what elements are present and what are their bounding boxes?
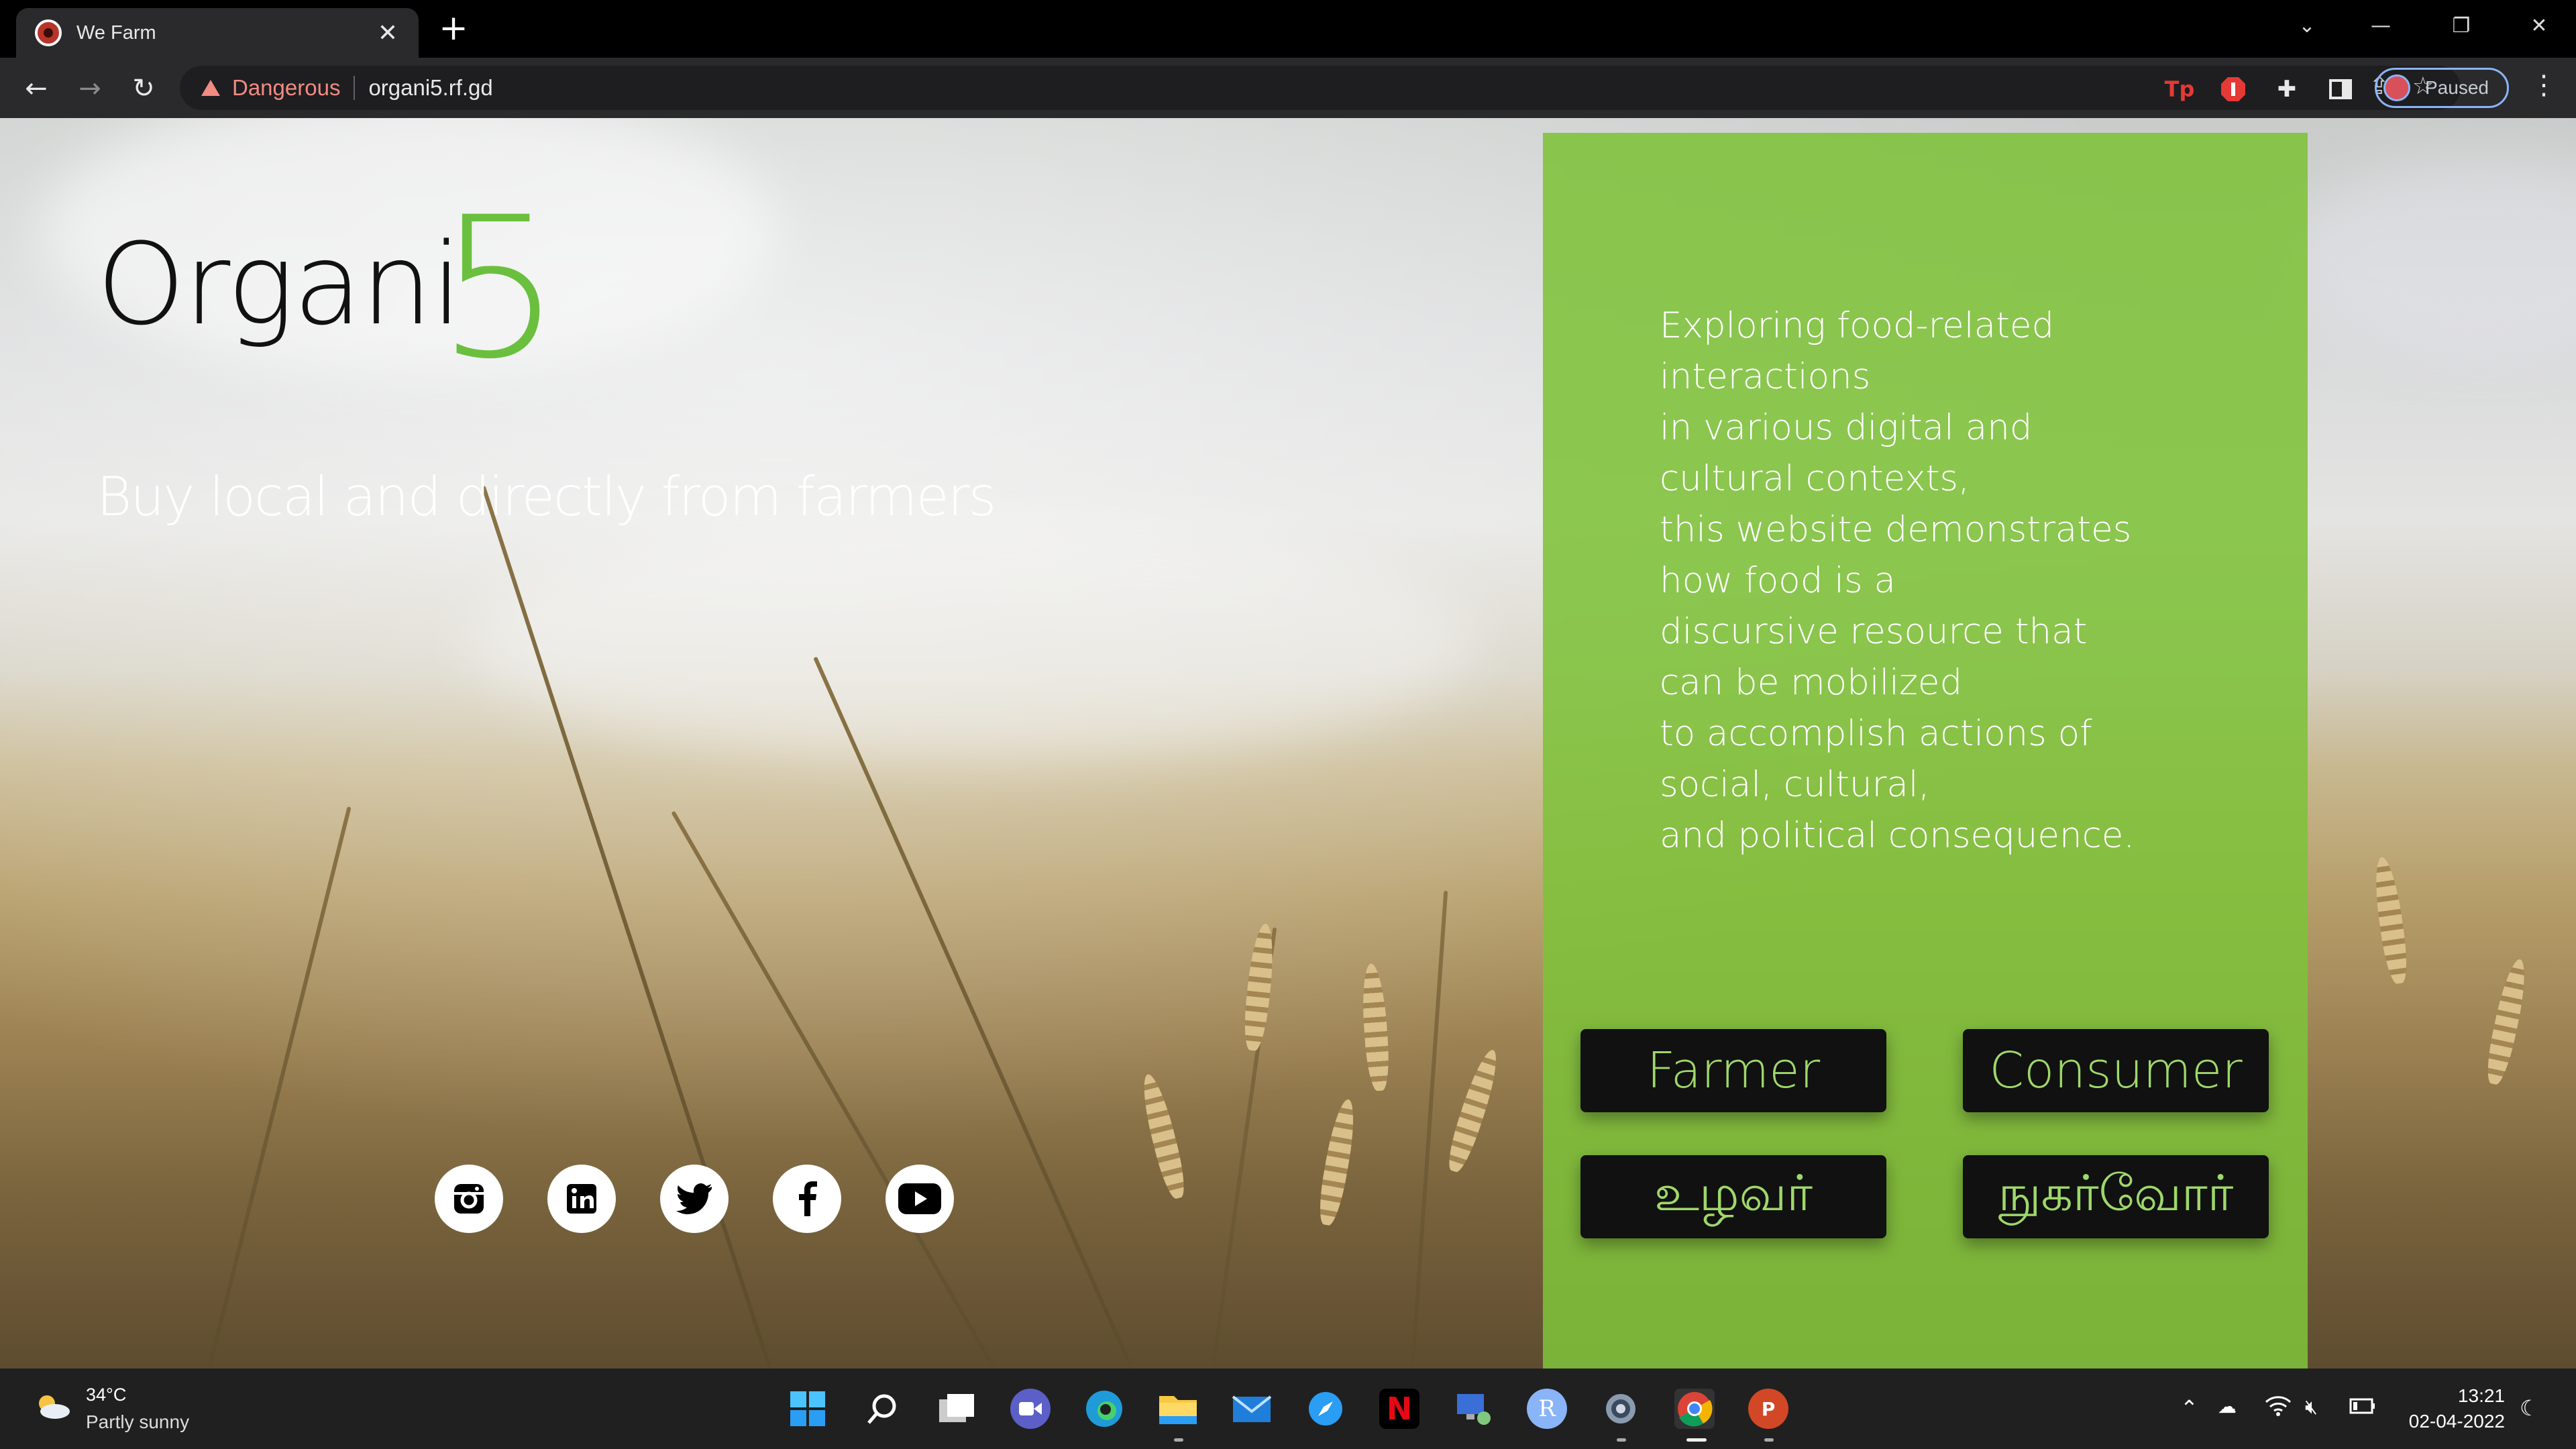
clock-date: 02-04-2022 (2408, 1411, 2505, 1432)
netflix-icon[interactable]: N (1379, 1389, 1419, 1429)
file-explorer-icon[interactable] (1158, 1389, 1198, 1429)
forward-arrow-icon[interactable]: → (71, 70, 109, 107)
onedrive-status-icon[interactable]: ☁ (2218, 1395, 2237, 1417)
tagline: Buy local and directly from farmers (97, 466, 996, 528)
running-indicator (1617, 1438, 1626, 1442)
intro-line: social, cultural, (1660, 764, 1930, 805)
back-arrow-icon[interactable]: ← (17, 70, 55, 107)
edge-browser-icon[interactable] (1084, 1389, 1124, 1429)
minimize-button[interactable]: — (2344, 0, 2418, 51)
weather-condition[interactable]: Partly sunny (86, 1411, 189, 1433)
security-status[interactable]: Dangerous (232, 75, 340, 101)
wifi-icon[interactable] (2265, 1395, 2292, 1422)
running-indicator (1174, 1438, 1183, 1442)
browser-menu-icon[interactable]: ⋮ (2530, 70, 2557, 101)
powerpoint-icon[interactable]: P (1748, 1389, 1788, 1429)
task-view-icon[interactable] (936, 1389, 977, 1429)
extensions-puzzle-icon[interactable]: ✚ (2269, 71, 2305, 107)
address-bar[interactable]: Dangerous organi5.rf.gd ⇪ ☆ (180, 66, 2461, 110)
intro-text: Exploring food-related interactions in v… (1660, 301, 2263, 861)
intro-line: in various digital and (1660, 407, 2033, 448)
browser-tab[interactable]: We Farm ✕ (16, 8, 419, 58)
running-indicator (1764, 1438, 1774, 1442)
partly-sunny-icon[interactable] (34, 1393, 71, 1419)
intro-line: can be mobilized (1660, 662, 1963, 703)
taskbar: 34°C Partly sunny N R P ⌃ ☁ 🔇︎ 13:21 02-… (0, 1368, 2576, 1449)
divider (354, 76, 356, 100)
safari-compass-icon[interactable] (1305, 1389, 1346, 1429)
remote-desktop-icon[interactable] (1453, 1389, 1493, 1429)
avatar (2383, 74, 2410, 101)
teams-chat-icon[interactable] (1010, 1389, 1051, 1429)
url-text[interactable]: organi5.rf.gd (368, 75, 492, 101)
side-panel-icon[interactable] (2322, 71, 2359, 107)
start-windows-icon[interactable] (788, 1389, 828, 1429)
linkedin-icon[interactable] (547, 1165, 616, 1233)
tab-title: We Farm (76, 21, 156, 44)
intro-line: cultural contexts, (1660, 458, 1970, 499)
youtube-icon[interactable] (885, 1165, 954, 1233)
close-tab-icon[interactable]: ✕ (374, 19, 401, 47)
intro-line: Exploring food-related (1660, 305, 2055, 346)
profile-status: Paused (2425, 77, 2489, 98)
farmer-tamil-button[interactable]: உழவர் (1580, 1155, 1886, 1238)
reload-icon[interactable]: ↻ (125, 70, 162, 107)
new-tab-button[interactable]: + (435, 9, 472, 47)
warning-icon[interactable] (201, 80, 220, 96)
volume-muted-icon[interactable]: 🔇︎ (2305, 1395, 2318, 1419)
intro-line: interactions (1660, 356, 1871, 397)
logo-number: 5 (437, 176, 561, 402)
intro-line: to accomplish actions of (1660, 713, 2092, 754)
logo-text: Organi (97, 219, 462, 350)
chrome-icon[interactable] (1674, 1389, 1715, 1429)
intro-line: discursive resource that (1660, 611, 2088, 652)
hero-section: Organi 5 Buy local and directly from far… (0, 118, 2576, 1368)
profile-button[interactable]: Paused (2375, 68, 2509, 108)
weather-temperature[interactable]: 34°C (86, 1385, 126, 1405)
farmer-button[interactable]: Farmer (1580, 1029, 1886, 1112)
close-window-button[interactable]: ✕ (2502, 0, 2576, 51)
mail-icon[interactable] (1232, 1389, 1272, 1429)
search-icon[interactable] (863, 1389, 903, 1429)
consumer-button[interactable]: Consumer (1963, 1029, 2269, 1112)
twitter-icon[interactable] (660, 1165, 729, 1233)
intro-line: this website demonstrates (1660, 509, 2132, 550)
tp-extension-icon[interactable]: Tp (2161, 71, 2198, 107)
battery-icon[interactable] (2349, 1395, 2376, 1421)
focus-assist-moon-icon[interactable]: ☾ (2520, 1395, 2539, 1421)
tab-search-chevron-icon[interactable]: ⌄ (2270, 0, 2344, 51)
consumer-tamil-button[interactable]: நுகர்வோர் (1963, 1155, 2269, 1238)
clock-time: 13:21 (2457, 1385, 2505, 1406)
social-links (435, 1165, 954, 1233)
browser-toolbar: ← → ↻ Dangerous organi5.rf.gd ⇪ ☆ Tp ✚ P… (0, 58, 2576, 118)
intro-panel: Exploring food-related interactions in v… (1543, 133, 2308, 1368)
instagram-icon[interactable] (435, 1165, 503, 1233)
r-app-icon[interactable]: R (1527, 1389, 1567, 1429)
restore-button[interactable]: ❐ (2424, 0, 2498, 51)
tab-strip: We Farm ✕ + ⌄ — ❐ ✕ (0, 0, 2576, 58)
active-app-indicator (1686, 1438, 1707, 1442)
adblock-extension-icon[interactable] (2215, 71, 2251, 107)
site-favicon-icon (35, 19, 62, 46)
show-hidden-icons-chevron-icon[interactable]: ⌃ (2180, 1395, 2198, 1421)
intro-line: how food is a (1660, 560, 1896, 601)
settings-gear-icon[interactable] (1601, 1389, 1641, 1429)
intro-line: and political consequence. (1660, 815, 2135, 856)
system-clock[interactable]: 13:21 02-04-2022 (2409, 1383, 2505, 1434)
facebook-icon[interactable] (773, 1165, 841, 1233)
